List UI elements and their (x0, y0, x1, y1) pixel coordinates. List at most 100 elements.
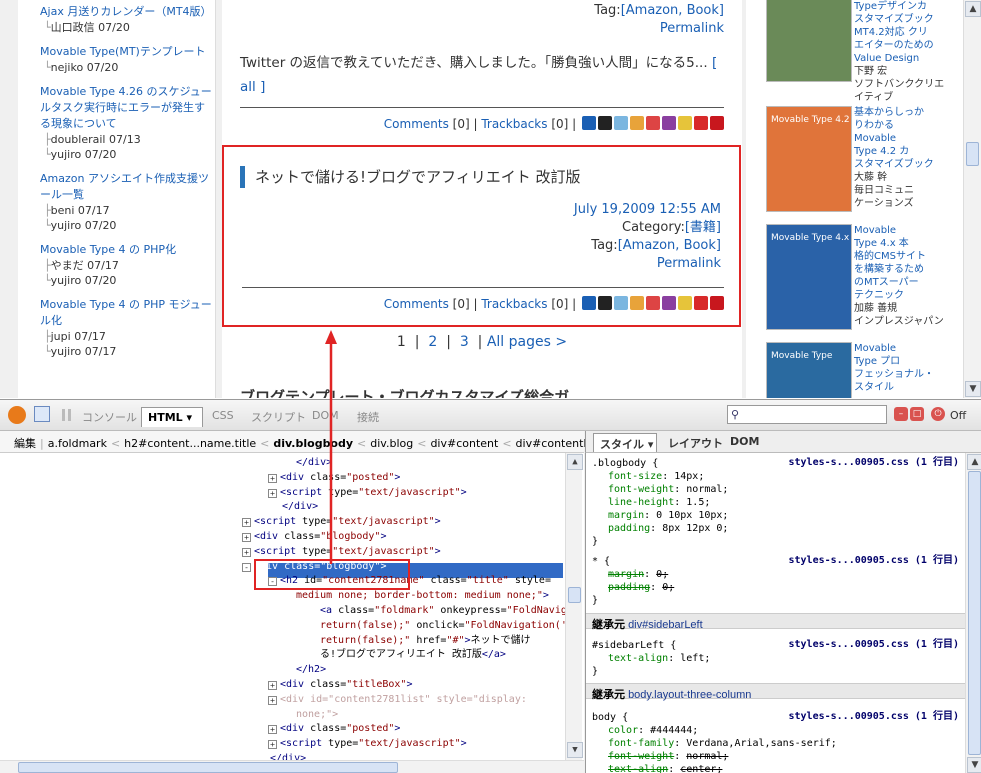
permalink[interactable]: Permalink (657, 256, 721, 271)
html-node-line[interactable]: + <script type="text/javascript"> (268, 737, 467, 751)
book-title-line[interactable]: Movable (854, 342, 974, 355)
book-title-line[interactable]: Type 4.2 カ (854, 145, 974, 158)
html-node-line[interactable]: + <script type="text/javascript"> (242, 545, 441, 559)
comment-author-link[interactable]: やまだ (51, 259, 84, 272)
category-link[interactable]: [書籍] (685, 220, 721, 235)
tab-layout[interactable]: レイアウト (668, 435, 723, 451)
css-property[interactable]: padding: 8px 12px 0; (608, 522, 728, 535)
newsing-icon[interactable] (710, 296, 724, 310)
css-source-link[interactable]: styles-s...00905.css (1 行目) (788, 453, 959, 468)
buzzurl-icon[interactable] (614, 116, 628, 130)
book-title-line[interactable]: Value Design (854, 52, 974, 65)
css-vertical-scrollbar[interactable]: ▲ ▼ (965, 453, 981, 773)
tab-html[interactable]: HTML ▾ (141, 407, 203, 427)
next-post-title[interactable]: ブログテンプレート・ブログカスタマイズ総合ガ… (240, 386, 584, 398)
html-node-line[interactable]: </div> (296, 456, 332, 470)
breadcrumb-item[interactable]: a.foldmark (48, 437, 107, 450)
google-bookmark-icon[interactable] (630, 296, 644, 310)
html-node-line[interactable]: return(false);" href="#">ネットで儲け (320, 634, 531, 648)
livedoor-clip-icon[interactable] (694, 296, 708, 310)
comment-author-link[interactable]: doublerail (51, 133, 106, 146)
comment-author-link[interactable]: 山口政信 (51, 21, 95, 34)
html-node-line[interactable]: + <script type="text/javascript"> (242, 515, 441, 529)
add-clip-icon[interactable] (678, 116, 692, 130)
recent-comment-title-link[interactable]: Ajax 月送りカレンダー（MT4版） (40, 4, 215, 20)
book-title-line[interactable]: フェッショナル・ (854, 368, 974, 381)
css-property[interactable]: padding: 0; (608, 581, 674, 594)
css-source-link[interactable]: styles-s...00905.css (1 行目) (788, 707, 959, 722)
html-node-line[interactable]: none;"> (296, 708, 338, 722)
post-title[interactable]: ネットで儲ける!ブログでアフィリエイト 改訂版 (240, 166, 580, 188)
expand-twisty-icon[interactable]: + (268, 725, 277, 735)
book-title-line[interactable]: エイターのための (854, 39, 974, 52)
book-title-line[interactable]: りわかる (854, 119, 974, 132)
tags-link[interactable]: [Amazon, Book] (618, 238, 721, 253)
html-node-line[interactable]: + <div id="content2781list" style="displa… (268, 693, 527, 707)
yahoo-bookmark-icon[interactable] (646, 116, 660, 130)
inspect-icon[interactable] (34, 406, 50, 422)
html-node-line[interactable]: + <div class="posted"> (268, 722, 400, 736)
tab-css[interactable]: CSS (212, 409, 234, 422)
all-pages-link[interactable]: All pages > (487, 334, 567, 350)
scroll-down-button[interactable]: ▼ (967, 757, 981, 773)
css-source-link[interactable]: styles-s...00905.css (1 行目) (788, 635, 959, 650)
detach-icon[interactable]: □ (910, 407, 924, 421)
book-title-line[interactable]: スタマイズブック (854, 13, 974, 26)
tab-side-dom[interactable]: DOM (730, 435, 759, 448)
html-node-line[interactable]: medium none; border-bottom: medium none;… (296, 589, 549, 603)
book-title-line[interactable]: テクニック (854, 289, 974, 302)
power-icon[interactable]: ⏻ (931, 407, 945, 421)
html-node-line[interactable]: る!ブログでアフィリエイト 改訂版</a> (320, 648, 506, 662)
recent-comment-title-link[interactable]: Movable Type 4 の PHP化 (40, 242, 215, 258)
minimize-icon[interactable]: – (894, 407, 908, 421)
html-vertical-scrollbar[interactable]: ▲ ▼ (565, 453, 583, 760)
book-title-line[interactable]: Type 4.x 本 (854, 237, 974, 250)
newsing-icon[interactable] (710, 116, 724, 130)
book-title-line[interactable]: Movable (854, 132, 974, 145)
scroll-up-button[interactable]: ▲ (967, 454, 981, 470)
book-title-line[interactable]: スタマイズブック (854, 158, 974, 171)
scroll-thumb[interactable] (18, 762, 398, 773)
book-cover-image[interactable]: Movable Type 4.x (766, 224, 852, 330)
comment-author-link[interactable]: yujiro (51, 219, 82, 232)
breadcrumb-item[interactable]: div#content (430, 437, 498, 450)
css-property[interactable]: font-weight: normal; (608, 483, 728, 496)
google-bookmark-icon[interactable] (630, 116, 644, 130)
css-property[interactable]: font-size: 14px; (608, 470, 704, 483)
prev-post-permalink[interactable]: Permalink (660, 21, 724, 36)
css-property[interactable]: line-height: 1.5; (608, 496, 710, 509)
page-3-link[interactable]: 3 (460, 334, 469, 350)
book-title-line[interactable]: のMTスーパー (854, 276, 974, 289)
scroll-up-button[interactable]: ▲ (965, 1, 981, 17)
recent-comment-title-link[interactable]: Movable Type 4 の PHP モジュール化 (40, 297, 215, 329)
comments-link[interactable]: Comments (384, 117, 449, 131)
book-title-line[interactable]: MT4.2対応 クリ (854, 26, 974, 39)
tab-dom[interactable]: DOM (312, 409, 339, 422)
book-title-line[interactable]: を構築するため (854, 263, 974, 276)
comments-link[interactable]: Comments (384, 297, 449, 311)
recent-comment-title-link[interactable]: Movable Type 4.26 のスケジュールタスク実行時にエラーが発生する… (40, 84, 215, 132)
hatena-bookmark-icon[interactable] (582, 296, 596, 310)
inherited-target-link[interactable]: body.layout-three-column (628, 689, 751, 701)
breadcrumb-item[interactable]: div.blog (370, 437, 413, 450)
book-cover-image[interactable]: Movable Type (766, 342, 852, 398)
book-cover-image[interactable]: Movable Type (766, 0, 852, 82)
book-cover-image[interactable]: Movable Type 4.2 (766, 106, 852, 212)
recent-comment-title-link[interactable]: Amazon アソシエイト作成支援ツール一覧 (40, 171, 215, 203)
css-property[interactable]: margin: 0 10px 10px; (608, 509, 728, 522)
comment-author-link[interactable]: yujiro (51, 148, 82, 161)
book-title-line[interactable]: 格的CMSサイト (854, 250, 974, 263)
recent-comment-title-link[interactable]: Movable Type(MT)テンプレート (40, 44, 215, 60)
html-node-line[interactable]: + <div class="posted"> (268, 471, 400, 485)
inherited-target-link[interactable]: div#sidebarLeft (628, 619, 703, 631)
expand-twisty-icon[interactable]: + (268, 473, 277, 483)
breadcrumb-item[interactable]: div.blogbody (273, 437, 353, 450)
scroll-down-button[interactable]: ▼ (965, 381, 981, 397)
hatena-bookmark-icon[interactable] (582, 116, 596, 130)
buzzurl-icon[interactable] (614, 296, 628, 310)
css-property[interactable]: margin: 0; (608, 568, 668, 581)
breadcrumb-item[interactable]: h2#content...name.title (124, 437, 256, 450)
off-label[interactable]: Off (950, 409, 966, 422)
html-node-line[interactable]: </div> (270, 752, 306, 760)
pause-icon[interactable] (62, 409, 71, 421)
